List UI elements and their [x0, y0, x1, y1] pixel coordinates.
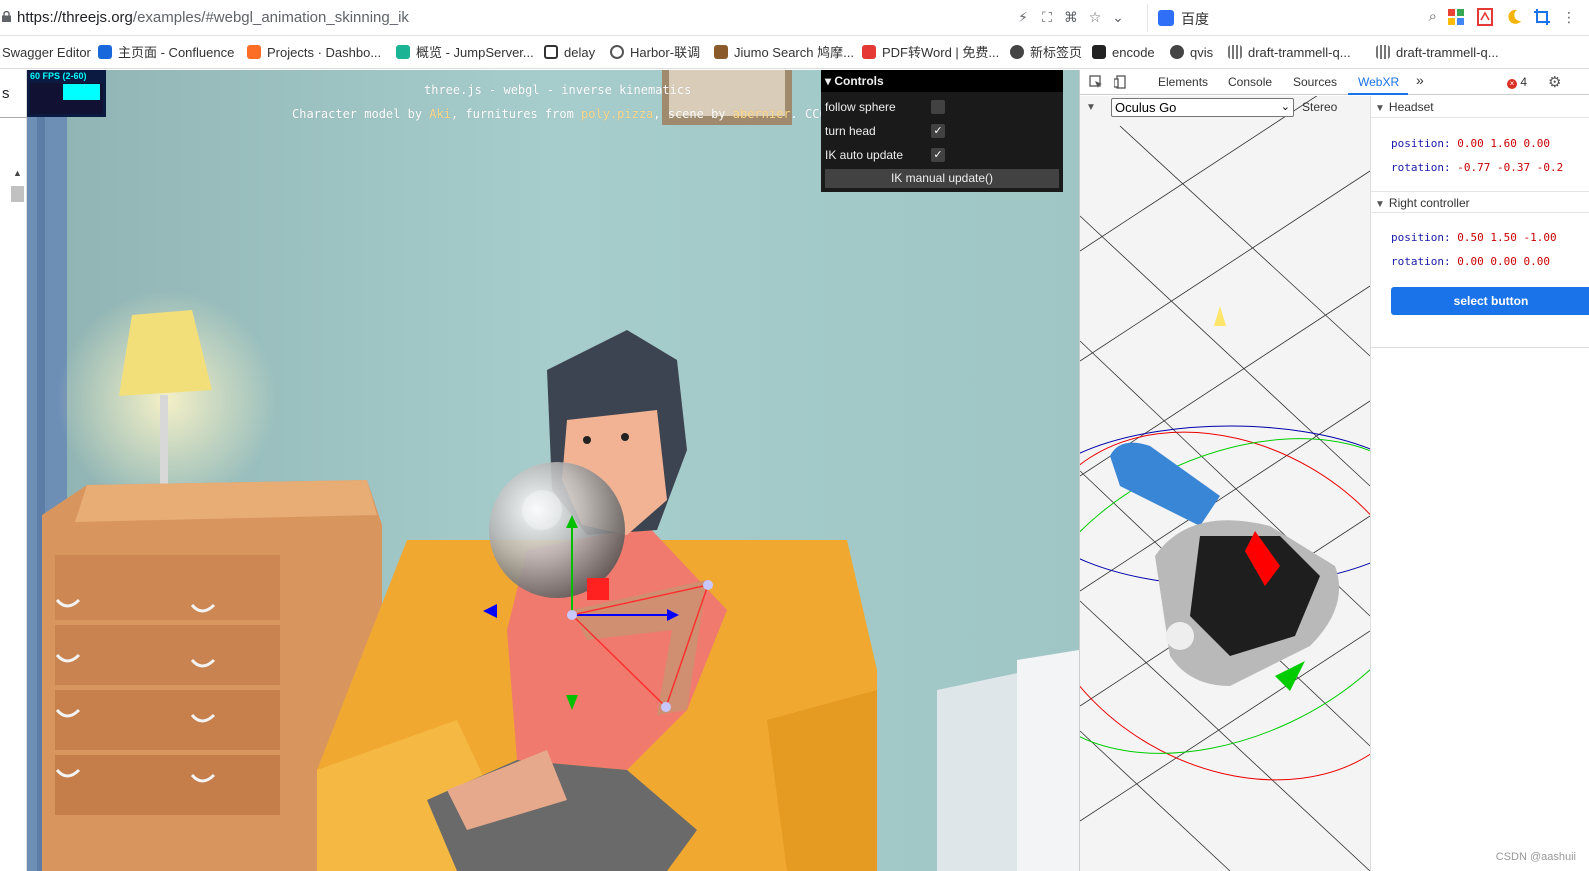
- new-tab-icon: [1010, 45, 1024, 59]
- apps-icon[interactable]: [1447, 8, 1465, 26]
- tab-console[interactable]: Console: [1228, 75, 1272, 89]
- tab-webxr[interactable]: WebXR: [1358, 75, 1399, 89]
- collapse-arrow-icon[interactable]: ▼: [1086, 102, 1096, 113]
- baidu-logo-icon: [1158, 10, 1174, 26]
- rfc-icon: [1092, 45, 1106, 59]
- moon-icon[interactable]: [1505, 8, 1523, 26]
- divider: [0, 117, 27, 118]
- fps-graph-bar: [63, 84, 100, 100]
- qvis-icon: [1170, 45, 1184, 59]
- stereo-toggle[interactable]: Stereo: [1302, 100, 1337, 114]
- controls-header[interactable]: ▾ Controls: [821, 70, 1063, 92]
- tab-elements[interactable]: Elements: [1158, 75, 1208, 89]
- webxr-device-scene[interactable]: ▼ Oculus Go ⌄ Stereo: [1080, 96, 1370, 871]
- webxr-viewport: [1080, 96, 1370, 871]
- url-text[interactable]: https://threejs.org/examples/#webgl_anim…: [17, 9, 409, 26]
- translate-icon[interactable]: ⌘: [1062, 8, 1080, 26]
- bookmark-item[interactable]: Harbor-联调: [610, 45, 700, 63]
- delay-icon: [544, 45, 558, 59]
- jiumo-icon: [714, 45, 728, 59]
- chevron-down-icon: ⌄: [1280, 101, 1290, 113]
- gitlab-icon: [247, 45, 261, 59]
- lightning-icon[interactable]: ⚡: [1014, 8, 1032, 26]
- lock-icon: [2, 11, 11, 22]
- draft-icon: [1376, 45, 1390, 59]
- fps-stats[interactable]: 60 FPS (2-60): [27, 70, 106, 117]
- draft-icon: [1228, 45, 1242, 59]
- bookmark-item[interactable]: 新标签页: [1010, 45, 1082, 63]
- ik-auto-update-row[interactable]: IK auto update ✓: [821, 144, 1063, 167]
- jumpserver-icon: [396, 45, 410, 59]
- ik-auto-update-checkbox[interactable]: ✓: [931, 148, 945, 162]
- scene-credits: Character model by Aki, furnitures from …: [292, 107, 834, 121]
- aki-link[interactable]: Aki: [429, 107, 451, 121]
- tab-sources[interactable]: Sources: [1293, 75, 1337, 89]
- headset-section-header[interactable]: ▼ Headset: [1371, 96, 1589, 118]
- active-tab-indicator: [1348, 93, 1408, 95]
- pdf-icon[interactable]: [1476, 8, 1494, 26]
- controls-panel: ▾ Controls follow sphere turn head ✓ IK a…: [821, 70, 1063, 192]
- harbor-icon: [610, 45, 624, 59]
- headset-rotation[interactable]: rotation: -0.77 -0.37 -0.2: [1391, 161, 1563, 174]
- fps-label: 60 FPS (2-60): [30, 71, 87, 81]
- poly-pizza-link[interactable]: poly.pizza: [581, 107, 653, 121]
- search-box[interactable]: 百度 ⌕: [1147, 4, 1445, 32]
- webgl-canvas[interactable]: 60 FPS (2-60) three.js - webgl - inverse…: [27, 70, 1079, 871]
- watermark: CSDN @aashuii: [1495, 851, 1576, 863]
- bookmark-item[interactable]: delay: [544, 45, 595, 63]
- bookmarks-bar: Swagger Editor 主页面 - Confluence Projects…: [0, 36, 1589, 69]
- bookmark-item[interactable]: Jiumo Search 鸠摩...: [714, 45, 854, 63]
- error-count-badge[interactable]: × 4: [1507, 75, 1527, 89]
- controller-position[interactable]: position: 0.50 1.50 -1.00: [1391, 231, 1557, 244]
- follow-sphere-row[interactable]: follow sphere: [821, 96, 1063, 119]
- more-tabs-icon[interactable]: »: [1416, 72, 1424, 88]
- more-icon[interactable]: ⋮: [1560, 8, 1578, 26]
- webxr-properties-panel: ▼ Headset position: 0.00 1.60 0.00 rotati…: [1370, 96, 1589, 871]
- search-icon[interactable]: ⌕: [1429, 8, 1437, 25]
- scroll-up-arrow-icon[interactable]: ▲: [13, 168, 22, 178]
- right-controller-section-header[interactable]: ▼ Right controller: [1371, 191, 1589, 213]
- inspect-icon[interactable]: [1089, 75, 1103, 89]
- collapse-arrow-icon: ▼: [1375, 199, 1385, 210]
- left-page-sliver: s ▲: [0, 70, 27, 871]
- device-toolbar-icon[interactable]: [1114, 75, 1128, 89]
- bookmark-item[interactable]: PDF转Word | 免费...: [862, 45, 999, 63]
- bookmark-item[interactable]: draft-trammell-q...: [1228, 45, 1351, 63]
- bookmark-item[interactable]: encode: [1092, 45, 1155, 63]
- turn-head-row[interactable]: turn head ✓: [821, 120, 1063, 143]
- bookmark-item[interactable]: 主页面 - Confluence: [98, 45, 234, 63]
- divider: [1371, 347, 1589, 348]
- crop-icon[interactable]: [1533, 8, 1551, 26]
- devtools-pane: Elements Console Sources WebXR » × 4 ⚙ ▼…: [1079, 70, 1589, 871]
- collapse-arrow-icon: ▼: [1375, 103, 1385, 114]
- bookmark-item[interactable]: qvis: [1170, 45, 1213, 63]
- controller-rotation[interactable]: rotation: 0.00 0.00 0.00: [1391, 255, 1550, 268]
- follow-sphere-checkbox[interactable]: [931, 100, 945, 114]
- screenshot-icon[interactable]: ⛶: [1038, 8, 1056, 26]
- bookmark-item[interactable]: 概览 - JumpServer...: [396, 45, 534, 63]
- chevron-down-icon[interactable]: ⌄: [1109, 8, 1127, 26]
- scrollbar-thumb[interactable]: [11, 186, 24, 202]
- address-bar[interactable]: https://threejs.org/examples/#webgl_anim…: [0, 0, 1589, 36]
- select-button[interactable]: select button: [1391, 287, 1589, 315]
- star-icon[interactable]: ☆: [1086, 8, 1104, 26]
- headset-position[interactable]: position: 0.00 1.60 0.00: [1391, 137, 1550, 150]
- device-select[interactable]: Oculus Go ⌄: [1111, 98, 1294, 117]
- pdf-word-icon: [862, 45, 876, 59]
- settings-gear-icon[interactable]: ⚙: [1548, 73, 1561, 91]
- bookmark-item[interactable]: draft-trammell-q...: [1376, 45, 1499, 63]
- bookmark-item[interactable]: Projects · Dashbo...: [247, 45, 381, 63]
- error-icon: ×: [1507, 79, 1517, 89]
- sliver-text: s: [2, 85, 10, 102]
- search-engine-label: 百度: [1181, 11, 1209, 27]
- bookmark-item[interactable]: Swagger Editor: [2, 45, 91, 63]
- confluence-icon: [98, 45, 112, 59]
- devtools-tabbar: Elements Console Sources WebXR » × 4 ⚙: [1080, 70, 1589, 95]
- scene-title: three.js - webgl - inverse kinematics: [424, 83, 692, 97]
- ik-manual-update-button[interactable]: IK manual update(): [825, 169, 1059, 188]
- abernier-link[interactable]: abernier: [733, 107, 791, 121]
- turn-head-checkbox[interactable]: ✓: [931, 124, 945, 138]
